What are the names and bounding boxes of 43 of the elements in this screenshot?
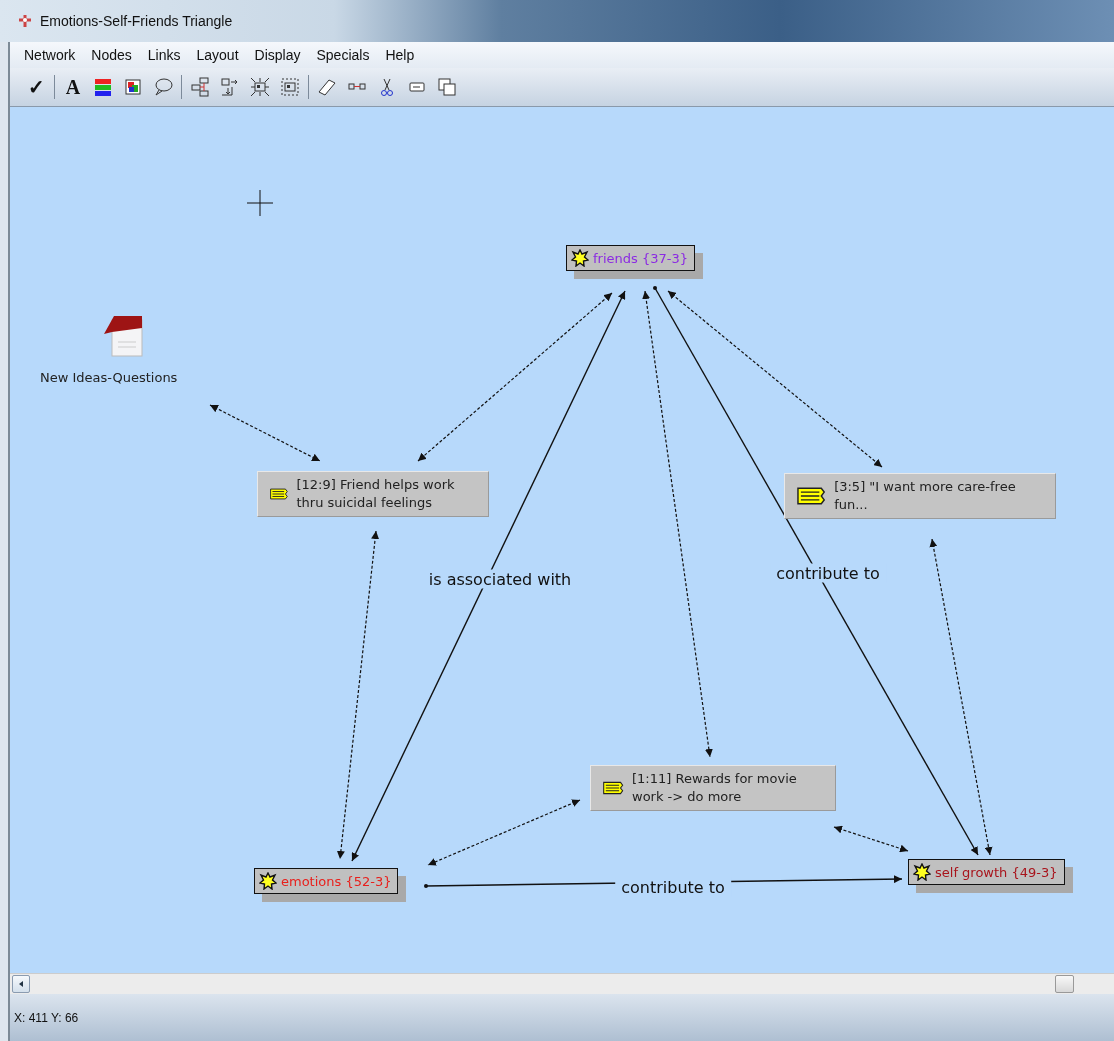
note-text: [3:5] "I want more care-free fun... <box>834 478 1017 514</box>
menu-item[interactable]: Nodes <box>83 47 140 63</box>
expand-icon <box>250 77 270 97</box>
menu-item[interactable]: Links <box>139 47 189 63</box>
eraser-icon <box>317 77 337 97</box>
copy-icon <box>437 77 457 97</box>
frame-tool-button[interactable] <box>278 75 302 99</box>
copy-tool-button[interactable] <box>435 75 459 99</box>
note-node[interactable]: [1:11] Rewards for movie work -> do more <box>590 765 836 811</box>
expand-tool-button[interactable] <box>248 75 272 99</box>
scroll-thumb[interactable] <box>1055 975 1074 993</box>
tree-icon <box>190 77 210 97</box>
concept-label: emotions {52-3} <box>281 873 392 889</box>
star-badge-icon <box>571 249 589 267</box>
window-title: Emotions-Self-Friends Triangle <box>40 13 233 29</box>
left-arrow-icon <box>17 980 25 988</box>
note-text: [12:9] Friend helps work thru suicidal feelings <box>296 476 456 512</box>
font-tool-button[interactable]: A <box>61 75 85 99</box>
concept-label: friends {37-3} <box>593 250 688 266</box>
frame-icon <box>280 77 300 97</box>
memo-label[interactable]: New Ideas-Questions <box>40 370 178 385</box>
app-icon <box>18 14 32 28</box>
concept-label: self growth {49-3} <box>935 864 1058 880</box>
cursor-coordinates: X: 411 Y: 66 <box>14 1010 79 1025</box>
menu-item[interactable]: Layout <box>188 47 247 63</box>
note-node[interactable]: [3:5] "I want more care-free fun... <box>784 473 1056 519</box>
menu-item[interactable]: Network <box>16 47 84 63</box>
tree-tool-button[interactable] <box>188 75 212 99</box>
image-icon <box>123 77 143 97</box>
star-badge-icon <box>913 863 931 881</box>
note-text: [1:11] Rewards for movie work -> do more <box>632 770 798 806</box>
comment-icon <box>153 77 173 97</box>
crosshair-cursor-icon <box>247 190 273 216</box>
scroll-left-button[interactable] <box>12 975 30 993</box>
star-badge-icon <box>259 872 277 890</box>
note-node[interactable]: [12:9] Friend helps work thru suicidal feelings <box>257 471 489 517</box>
import-icon <box>220 77 240 97</box>
menu-item[interactable]: Specials <box>308 47 378 63</box>
colors-icon <box>93 77 113 97</box>
check-tool-button[interactable]: ✓ <box>24 75 48 99</box>
note-icon <box>797 486 827 506</box>
menu-item[interactable]: Display <box>246 47 309 63</box>
menu-item[interactable]: Help <box>377 47 423 63</box>
